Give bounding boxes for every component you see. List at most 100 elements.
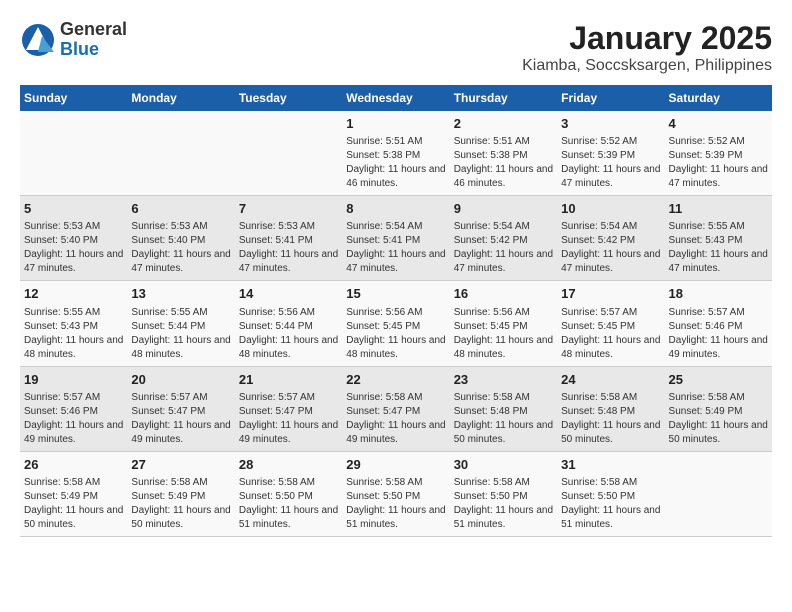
day-number: 2 bbox=[454, 115, 553, 133]
day-number: 3 bbox=[561, 115, 660, 133]
day-number: 18 bbox=[669, 285, 768, 303]
calendar-cell: 2 Sunrise: 5:51 AMSunset: 5:38 PMDaylight… bbox=[450, 111, 557, 196]
day-number: 25 bbox=[669, 371, 768, 389]
week-row-3: 12Sunrise: 5:55 AMSunset: 5:43 PMDayligh… bbox=[20, 281, 772, 366]
day-number: 17 bbox=[561, 285, 660, 303]
page-header: General Blue January 2025 Kiamba, Soccsk… bbox=[20, 20, 772, 75]
calendar-cell: 12Sunrise: 5:55 AMSunset: 5:43 PMDayligh… bbox=[20, 281, 127, 366]
calendar-cell: 24 Sunrise: 5:58 AMSunset: 5:48 PMDayligh… bbox=[557, 366, 664, 451]
day-header-tuesday: Tuesday bbox=[235, 85, 342, 111]
calendar-cell: 22Sunrise: 5:58 AMSunset: 5:47 PMDayligh… bbox=[342, 366, 449, 451]
day-number: 14 bbox=[239, 285, 338, 303]
day-number: 1 bbox=[346, 115, 445, 133]
day-number: 6 bbox=[131, 200, 230, 218]
week-row-2: 5 Sunrise: 5:53 AMSunset: 5:40 PMDaylight… bbox=[20, 196, 772, 281]
calendar-cell: 17 Sunrise: 5:57 AMSunset: 5:45 PMDayligh… bbox=[557, 281, 664, 366]
calendar-cell: 31 Sunrise: 5:58 AMSunset: 5:50 PMDayligh… bbox=[557, 451, 664, 536]
calendar-cell: 10Sunrise: 5:54 AMSunset: 5:42 PMDayligh… bbox=[557, 196, 664, 281]
calendar-cell: 25Sunrise: 5:58 AMSunset: 5:49 PMDayligh… bbox=[665, 366, 772, 451]
calendar-cell: 11Sunrise: 5:55 AMSunset: 5:43 PMDayligh… bbox=[665, 196, 772, 281]
calendar-cell: 19 Sunrise: 5:57 AMSunset: 5:46 PMDayligh… bbox=[20, 366, 127, 451]
day-number: 12 bbox=[24, 285, 123, 303]
day-info: Sunrise: 5:58 AMSunset: 5:50 PMDaylight:… bbox=[346, 476, 445, 532]
day-number: 19 bbox=[24, 371, 123, 389]
logo: General Blue bbox=[20, 20, 127, 60]
day-info: Sunrise: 5:52 AMSunset: 5:39 PMDaylight:… bbox=[669, 135, 768, 191]
day-info: Sunrise: 5:58 AMSunset: 5:48 PMDaylight:… bbox=[561, 391, 660, 447]
day-info: Sunrise: 5:55 AMSunset: 5:43 PMDaylight:… bbox=[669, 220, 768, 276]
day-info: Sunrise: 5:58 AMSunset: 5:50 PMDaylight:… bbox=[454, 476, 553, 532]
day-number: 30 bbox=[454, 456, 553, 474]
day-number: 26 bbox=[24, 456, 123, 474]
calendar-cell bbox=[127, 111, 234, 196]
week-row-5: 26 Sunrise: 5:58 AMSunset: 5:49 PMDayligh… bbox=[20, 451, 772, 536]
day-info: Sunrise: 5:58 AMSunset: 5:47 PMDaylight:… bbox=[346, 391, 445, 447]
calendar-cell: 23Sunrise: 5:58 AMSunset: 5:48 PMDayligh… bbox=[450, 366, 557, 451]
day-info: Sunrise: 5:51 AMSunset: 5:38 PMDaylight:… bbox=[346, 135, 445, 191]
calendar-cell: 6 Sunrise: 5:53 AMSunset: 5:40 PMDaylight… bbox=[127, 196, 234, 281]
calendar-cell: 20 Sunrise: 5:57 AMSunset: 5:47 PMDayligh… bbox=[127, 366, 234, 451]
day-number: 29 bbox=[346, 456, 445, 474]
day-number: 24 bbox=[561, 371, 660, 389]
calendar-cell: 28 Sunrise: 5:58 AMSunset: 5:50 PMDayligh… bbox=[235, 451, 342, 536]
day-number: 8 bbox=[346, 200, 445, 218]
day-info: Sunrise: 5:57 AMSunset: 5:47 PMDaylight:… bbox=[131, 391, 230, 447]
day-info: Sunrise: 5:52 AMSunset: 5:39 PMDaylight:… bbox=[561, 135, 660, 191]
day-number: 15 bbox=[346, 285, 445, 303]
logo-text: General Blue bbox=[60, 20, 127, 60]
day-info: Sunrise: 5:58 AMSunset: 5:48 PMDaylight:… bbox=[454, 391, 553, 447]
day-info: Sunrise: 5:57 AMSunset: 5:47 PMDaylight:… bbox=[239, 391, 338, 447]
calendar-header: SundayMondayTuesdayWednesdayThursdayFrid… bbox=[20, 85, 772, 111]
day-info: Sunrise: 5:53 AMSunset: 5:40 PMDaylight:… bbox=[24, 220, 123, 276]
day-info: Sunrise: 5:58 AMSunset: 5:50 PMDaylight:… bbox=[561, 476, 660, 532]
day-info: Sunrise: 5:54 AMSunset: 5:41 PMDaylight:… bbox=[346, 220, 445, 276]
week-row-1: 1 Sunrise: 5:51 AMSunset: 5:38 PMDaylight… bbox=[20, 111, 772, 196]
logo-blue: Blue bbox=[60, 40, 127, 60]
day-header-saturday: Saturday bbox=[665, 85, 772, 111]
day-info: Sunrise: 5:55 AMSunset: 5:44 PMDaylight:… bbox=[131, 306, 230, 362]
day-number: 28 bbox=[239, 456, 338, 474]
day-info: Sunrise: 5:51 AMSunset: 5:38 PMDaylight:… bbox=[454, 135, 553, 191]
calendar-cell: 15 Sunrise: 5:56 AMSunset: 5:45 PMDayligh… bbox=[342, 281, 449, 366]
day-header-thursday: Thursday bbox=[450, 85, 557, 111]
day-number: 5 bbox=[24, 200, 123, 218]
calendar-cell: 9 Sunrise: 5:54 AMSunset: 5:42 PMDaylight… bbox=[450, 196, 557, 281]
day-number: 10 bbox=[561, 200, 660, 218]
day-info: Sunrise: 5:57 AMSunset: 5:46 PMDaylight:… bbox=[669, 306, 768, 362]
calendar-cell: 7 Sunrise: 5:53 AMSunset: 5:41 PMDaylight… bbox=[235, 196, 342, 281]
week-row-4: 19 Sunrise: 5:57 AMSunset: 5:46 PMDayligh… bbox=[20, 366, 772, 451]
day-number: 9 bbox=[454, 200, 553, 218]
day-info: Sunrise: 5:56 AMSunset: 5:45 PMDaylight:… bbox=[454, 306, 553, 362]
calendar-cell: 16 Sunrise: 5:56 AMSunset: 5:45 PMDayligh… bbox=[450, 281, 557, 366]
calendar-cell: 3 Sunrise: 5:52 AMSunset: 5:39 PMDaylight… bbox=[557, 111, 664, 196]
day-header-monday: Monday bbox=[127, 85, 234, 111]
day-info: Sunrise: 5:57 AMSunset: 5:46 PMDaylight:… bbox=[24, 391, 123, 447]
day-info: Sunrise: 5:56 AMSunset: 5:45 PMDaylight:… bbox=[346, 306, 445, 362]
calendar-body: 1 Sunrise: 5:51 AMSunset: 5:38 PMDaylight… bbox=[20, 111, 772, 536]
logo-icon bbox=[20, 22, 56, 58]
day-info: Sunrise: 5:57 AMSunset: 5:45 PMDaylight:… bbox=[561, 306, 660, 362]
day-header-wednesday: Wednesday bbox=[342, 85, 449, 111]
day-info: Sunrise: 5:54 AMSunset: 5:42 PMDaylight:… bbox=[454, 220, 553, 276]
day-info: Sunrise: 5:58 AMSunset: 5:50 PMDaylight:… bbox=[239, 476, 338, 532]
day-info: Sunrise: 5:58 AMSunset: 5:49 PMDaylight:… bbox=[24, 476, 123, 532]
calendar-cell: 8 Sunrise: 5:54 AMSunset: 5:41 PMDaylight… bbox=[342, 196, 449, 281]
day-number: 16 bbox=[454, 285, 553, 303]
calendar-cell bbox=[665, 451, 772, 536]
title-block: January 2025 Kiamba, Soccsksargen, Phili… bbox=[522, 20, 772, 75]
day-number: 27 bbox=[131, 456, 230, 474]
calendar-cell: 21 Sunrise: 5:57 AMSunset: 5:47 PMDayligh… bbox=[235, 366, 342, 451]
day-info: Sunrise: 5:53 AMSunset: 5:40 PMDaylight:… bbox=[131, 220, 230, 276]
day-number: 7 bbox=[239, 200, 338, 218]
calendar-cell: 26 Sunrise: 5:58 AMSunset: 5:49 PMDayligh… bbox=[20, 451, 127, 536]
calendar-cell: 1 Sunrise: 5:51 AMSunset: 5:38 PMDaylight… bbox=[342, 111, 449, 196]
calendar-table: SundayMondayTuesdayWednesdayThursdayFrid… bbox=[20, 85, 772, 537]
calendar-cell bbox=[20, 111, 127, 196]
day-number: 20 bbox=[131, 371, 230, 389]
day-number: 31 bbox=[561, 456, 660, 474]
day-info: Sunrise: 5:53 AMSunset: 5:41 PMDaylight:… bbox=[239, 220, 338, 276]
day-number: 13 bbox=[131, 285, 230, 303]
day-number: 21 bbox=[239, 371, 338, 389]
logo-general: General bbox=[60, 20, 127, 40]
day-info: Sunrise: 5:58 AMSunset: 5:49 PMDaylight:… bbox=[131, 476, 230, 532]
